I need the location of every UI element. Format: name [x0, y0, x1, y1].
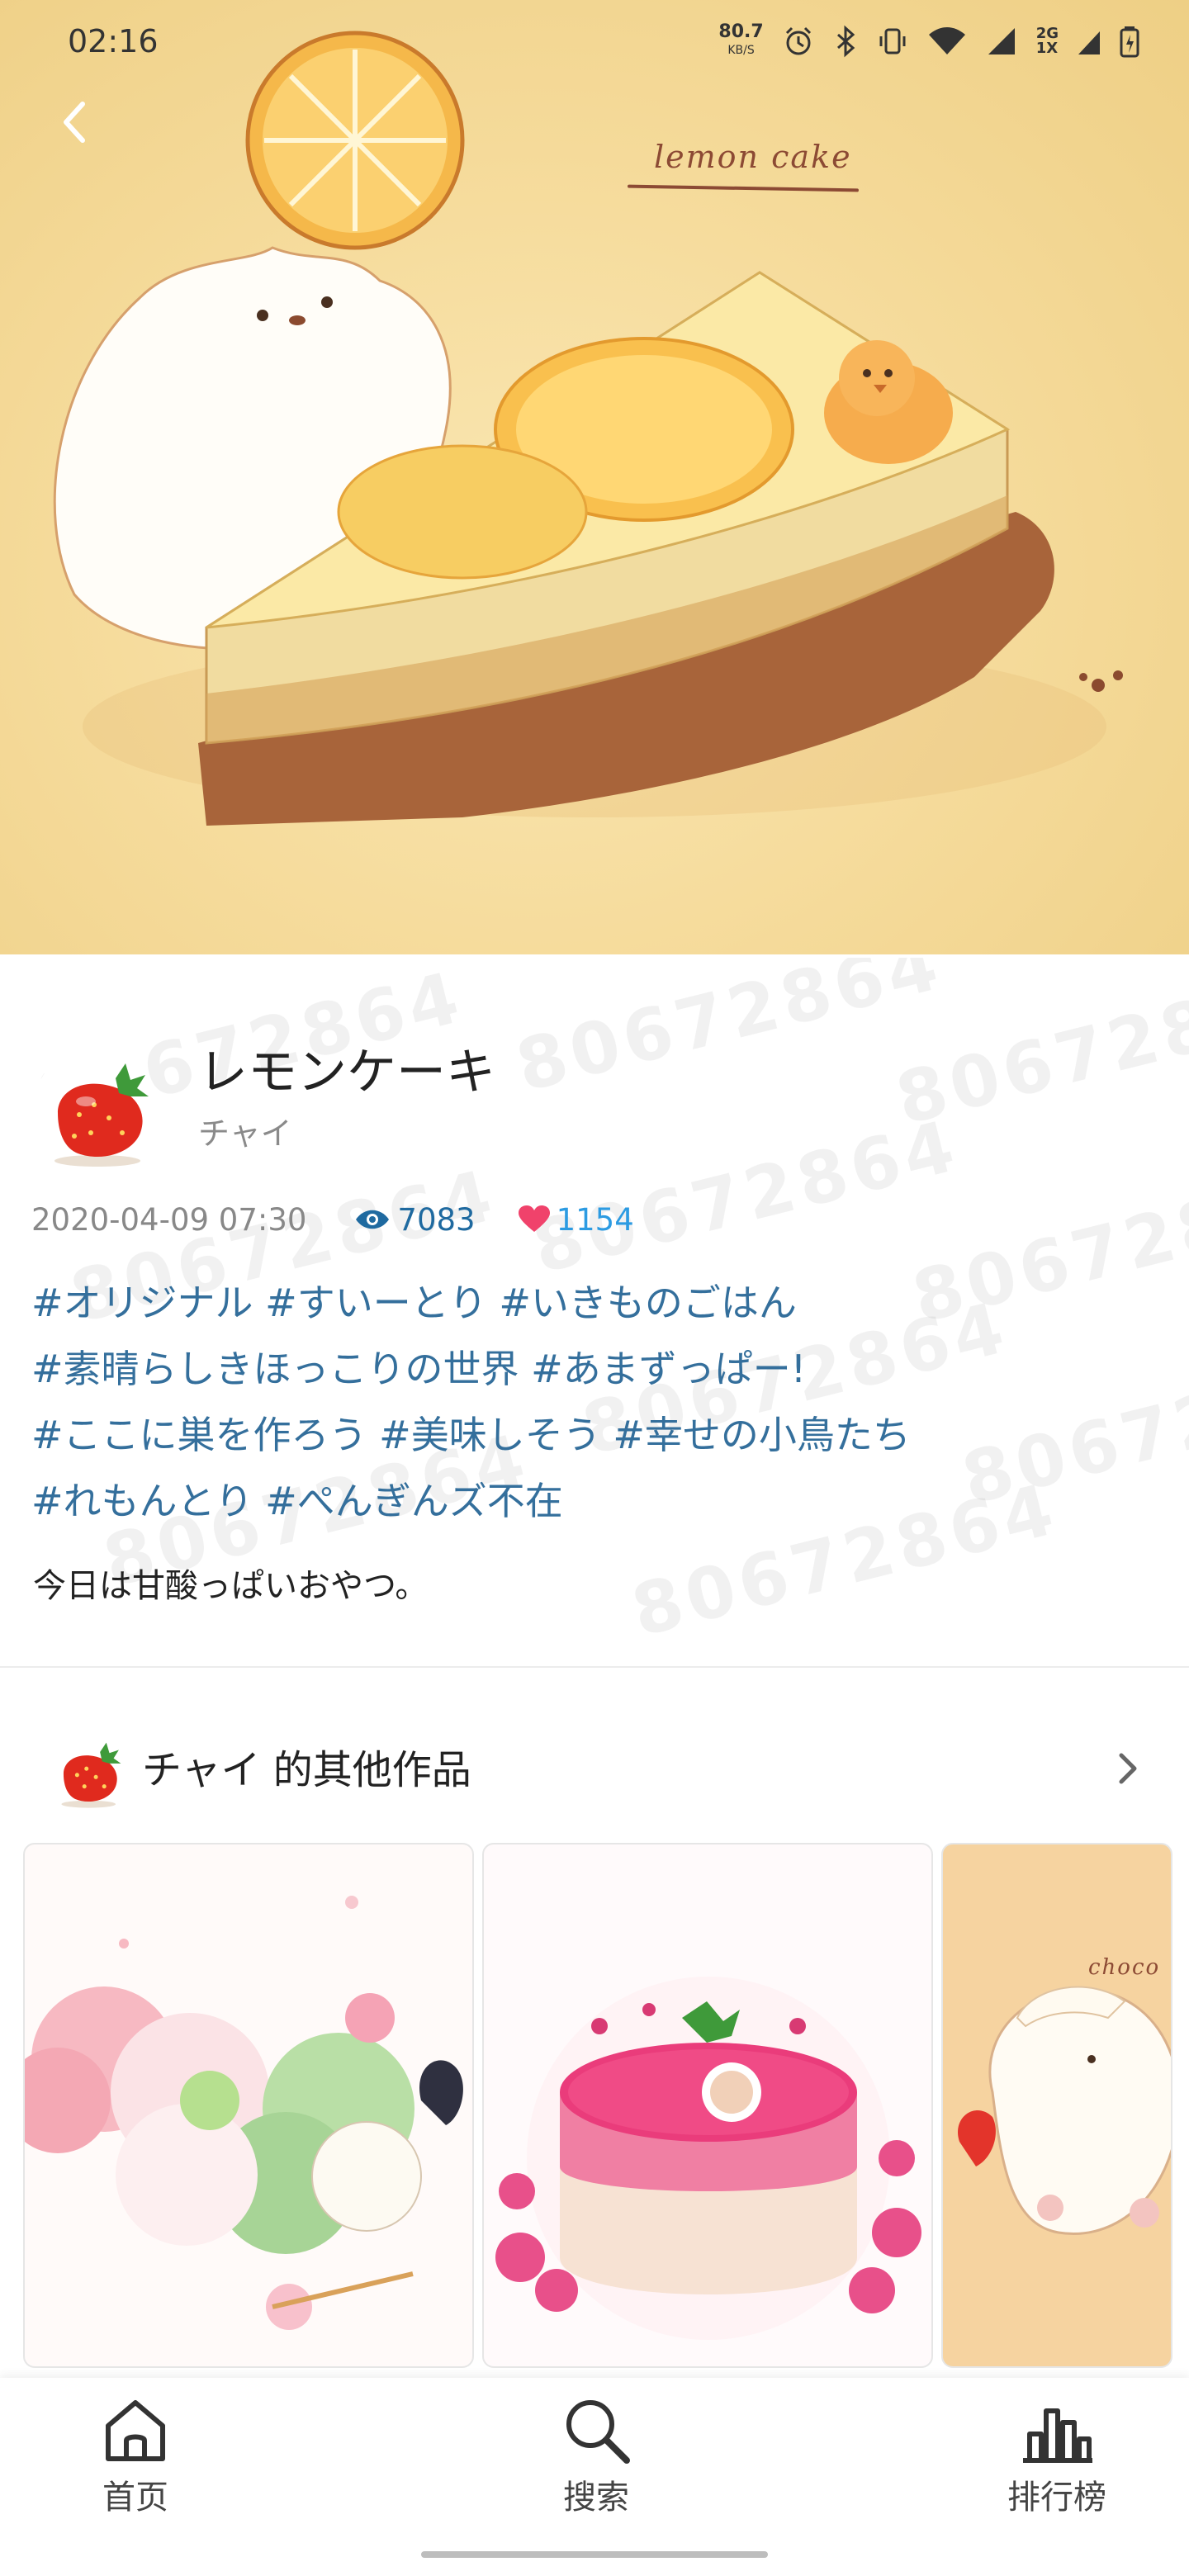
watermark-text: 80672864 — [524, 1104, 967, 1290]
home-icon — [106, 2400, 165, 2461]
section-divider — [0, 1666, 1189, 1668]
tag-line[interactable]: #れもんとり #ぺんぎんズ不在 — [31, 1468, 1171, 1534]
bottom-nav: 首页 搜索 排行榜 — [0, 2378, 1189, 2576]
nav-home-label: 首页 — [102, 2479, 168, 2517]
battery-icon — [1120, 26, 1139, 58]
artwork-title: レモンケーキ — [198, 1044, 495, 1101]
vibrate-icon — [879, 28, 906, 54]
image-caption: lemon cake — [654, 139, 852, 175]
alarm-icon — [785, 26, 811, 55]
polar-bear-illustration — [958, 1986, 1171, 2235]
bluetooth-icon — [836, 25, 855, 58]
search-icon — [566, 2400, 630, 2464]
lemon-cake-illustration — [53, 31, 1123, 826]
watermark-text: 80672864 — [508, 958, 950, 1109]
author-name[interactable]: チャイ — [198, 1108, 292, 1153]
net-speed-unit: KB/S — [727, 44, 755, 57]
tag-line[interactable]: #素晴らしきほっこりの世界 #あまずっぱー! — [31, 1336, 1171, 1402]
home-indicator[interactable] — [421, 2551, 768, 2558]
signal-icon-2 — [1078, 31, 1100, 54]
signal-icon-1 — [988, 28, 1015, 54]
back-arrow-icon — [64, 102, 85, 143]
network-type: 2G 1X — [1036, 26, 1059, 56]
dango-illustration — [25, 1896, 463, 2330]
strawberry-icon — [61, 1742, 121, 1808]
network-line-2: 1X — [1035, 40, 1059, 57]
chevron-right-icon — [1119, 1753, 1137, 1784]
view-count-value: 7083 — [397, 1201, 476, 1238]
ranking-icon — [1023, 2408, 1092, 2463]
tag-line[interactable]: #ここに巣を作ろう #美味しそう #幸せの小鳥たち — [31, 1402, 1171, 1468]
work-card[interactable] — [23, 1843, 474, 2368]
strawberry-icon — [54, 1063, 149, 1167]
work-card[interactable] — [482, 1843, 933, 2368]
status-icons: 80.7 KB/S 2G 1X — [718, 23, 1139, 59]
back-button[interactable] — [50, 92, 99, 150]
nav-home[interactable]: 首页 — [45, 2393, 226, 2518]
watermark-text: 80672864 — [888, 958, 1189, 1142]
artwork-description: 今日は甘酸っぱいおやつ。 — [33, 1567, 429, 1605]
nav-ranking-label: 排行榜 — [1007, 2479, 1106, 2517]
other-works-title[interactable]: チャイ 的其他作品 — [142, 1737, 471, 1795]
view-count: 7083 — [354, 1201, 476, 1238]
card-caption: choco — [1088, 1955, 1161, 1980]
status-bar: 02:16 80.7 KB/S 2G 1X — [0, 0, 1189, 91]
artwork-image[interactable]: lemon cake — [0, 0, 1189, 954]
chevron-right-icon[interactable] — [1111, 1744, 1144, 1793]
publish-date: 2020-04-09 07:30 — [31, 1201, 307, 1238]
net-speed: 80.7 KB/S — [718, 23, 763, 59]
eye-icon — [356, 1210, 390, 1229]
other-works-avatar — [48, 1732, 127, 1811]
tag-list: #オリジナル #すいーとり #いきものごはん #素晴らしきほっこりの世界 #あま… — [31, 1270, 1171, 1534]
heart-icon — [518, 1205, 550, 1232]
raspberry-cake-illustration — [495, 1977, 921, 2340]
author-avatar[interactable] — [33, 1047, 159, 1172]
work-card[interactable]: choco — [941, 1843, 1172, 2368]
status-time: 02:16 — [68, 23, 159, 59]
net-speed-value: 80.7 — [718, 21, 764, 42]
nav-search[interactable]: 搜索 — [505, 2393, 687, 2518]
nav-ranking[interactable]: 排行榜 — [966, 2393, 1148, 2518]
nav-search-label: 搜索 — [563, 2479, 629, 2517]
tag-line[interactable]: #オリジナル #すいーとり #いきものごはん — [31, 1270, 1171, 1336]
like-count-value: 1154 — [556, 1201, 634, 1238]
like-count[interactable]: 1154 — [518, 1201, 634, 1238]
artwork-meta: 2020-04-09 07:30 7083 1154 — [31, 1199, 634, 1240]
wifi-icon — [928, 27, 965, 54]
